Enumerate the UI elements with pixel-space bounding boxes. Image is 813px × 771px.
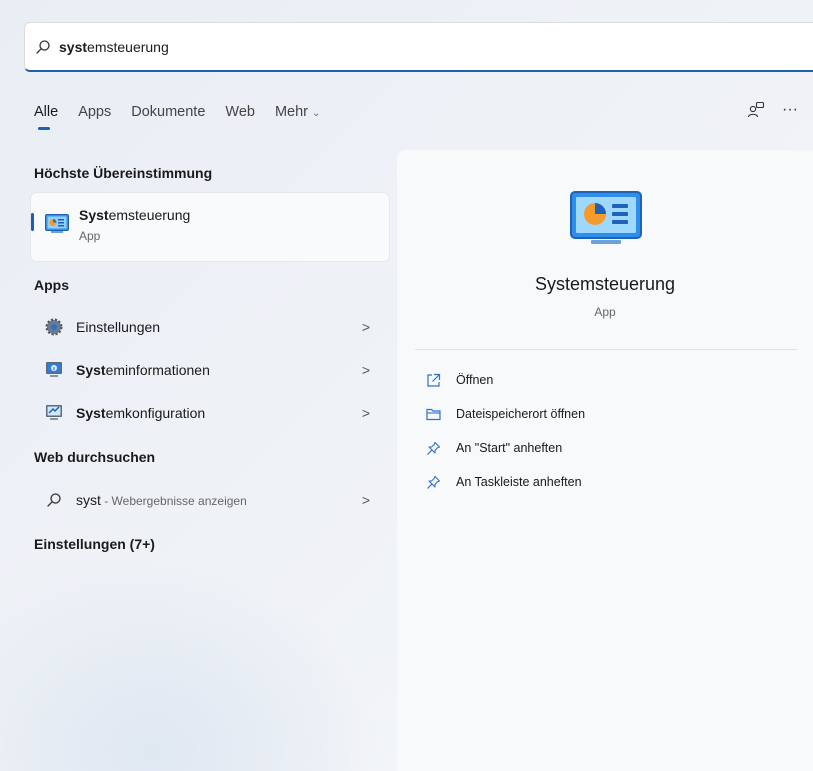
preview-pane: Systemsteuerung App Öffnen Dateispeicher… <box>397 150 813 771</box>
action-label: Öffnen <box>456 373 494 387</box>
background-glow <box>0 560 380 771</box>
action-label: An "Start" anheften <box>456 441 563 455</box>
tab-mehr-label: Mehr <box>274 104 309 120</box>
preview-title: Systemsteuerung <box>534 274 676 294</box>
best-match-type: App <box>79 229 101 243</box>
top-right-actions: ··· <box>746 100 798 120</box>
app-item-einstellungen[interactable]: Einstellungen > <box>44 314 374 340</box>
web-search-label: syst - Webergebnisse anzeigen <box>76 492 247 508</box>
chevron-right-icon: > <box>361 405 370 421</box>
system-configuration-icon <box>44 403 64 423</box>
app-item-label: Systeminformationen <box>76 362 210 378</box>
web-search-item[interactable]: syst - Webergebnisse anzeigen > <box>44 487 374 513</box>
pin-icon <box>425 440 441 456</box>
tab-apps[interactable]: Apps <box>78 104 111 120</box>
filter-tabs: Alle Apps Dokumente Web Mehr ⌄ <box>34 104 340 130</box>
action-open[interactable]: Öffnen <box>425 372 493 388</box>
action-open-file-location[interactable]: Dateispeicherort öffnen <box>425 406 585 422</box>
settings-heading[interactable]: Einstellungen (7+) <box>34 536 155 552</box>
chevron-right-icon: > <box>361 362 370 378</box>
control-panel-icon <box>570 191 642 244</box>
chevron-right-icon: > <box>361 319 370 335</box>
app-item-label: Einstellungen <box>76 319 161 335</box>
search-icon <box>36 39 50 54</box>
search-box[interactable]: systemsteuerung <box>24 22 813 72</box>
chevron-down-icon: ⌄ <box>312 108 321 119</box>
best-match-name: Systemsteuerung <box>79 207 191 223</box>
app-item-systeminformationen[interactable]: Systeminformationen > <box>44 357 374 383</box>
action-pin-to-taskbar[interactable]: An Taskleiste anheften <box>425 474 582 490</box>
control-panel-icon <box>45 214 69 233</box>
search-icon <box>44 490 64 510</box>
best-match-item[interactable]: Systemsteuerung App <box>31 193 389 261</box>
selection-indicator <box>31 213 34 231</box>
open-icon <box>425 372 441 388</box>
more-options-icon[interactable]: ··· <box>782 101 798 119</box>
folder-icon <box>425 406 441 422</box>
settings-gear-icon <box>44 317 64 337</box>
preview-type: App <box>594 305 616 319</box>
account-switch-icon[interactable] <box>746 100 766 120</box>
action-pin-to-start[interactable]: An "Start" anheften <box>425 440 562 456</box>
search-input[interactable]: systemsteuerung <box>59 39 169 55</box>
best-match-heading: Höchste Übereinstimmung <box>34 165 213 181</box>
pin-icon <box>425 474 441 490</box>
tab-web[interactable]: Web <box>225 104 255 120</box>
apps-heading: Apps <box>34 277 69 293</box>
tab-alle[interactable]: Alle <box>34 104 58 130</box>
tab-mehr[interactable]: Mehr ⌄ <box>275 104 320 120</box>
app-item-systemkonfiguration[interactable]: Systemkonfiguration > <box>44 400 374 426</box>
tab-dokumente[interactable]: Dokumente <box>131 104 205 120</box>
action-label: Dateispeicherort öffnen <box>456 407 586 421</box>
chevron-right-icon: > <box>361 492 370 508</box>
action-label: An Taskleiste anheften <box>456 475 582 489</box>
divider <box>415 349 797 350</box>
system-information-icon <box>44 360 64 380</box>
web-search-heading: Web durchsuchen <box>34 449 156 465</box>
app-item-label: Systemkonfiguration <box>76 405 206 421</box>
